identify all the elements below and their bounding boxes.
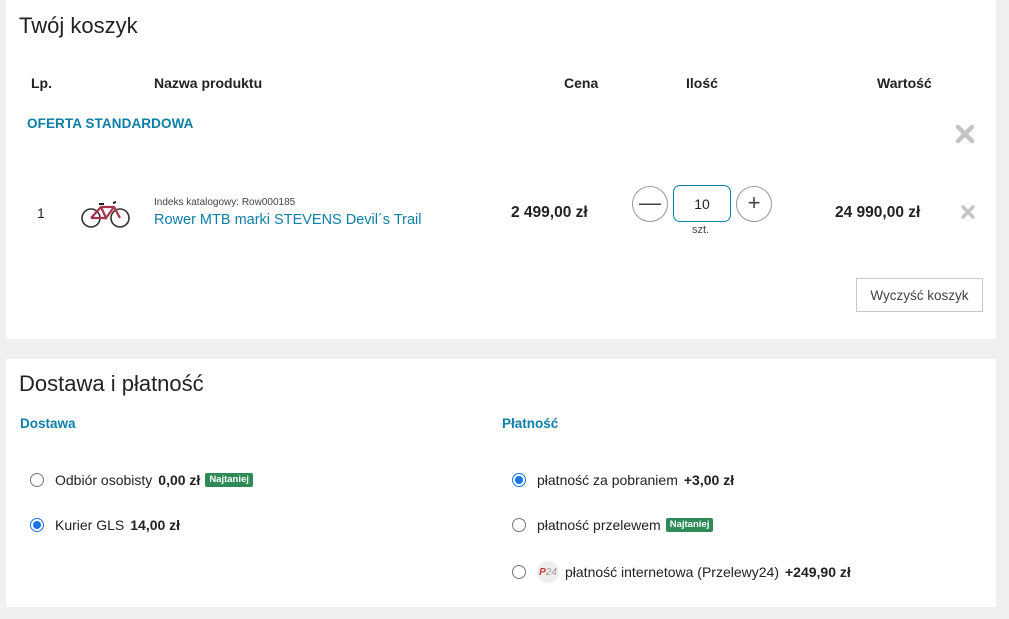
payment-option-transfer[interactable]: płatność przelewem Najtaniej xyxy=(512,517,714,533)
delivery-radio-courier[interactable] xyxy=(30,518,44,532)
product-link[interactable]: Rower MTB marki STEVENS Devil´s Trail xyxy=(154,212,421,228)
p24-logo-icon: P 24 xyxy=(537,561,559,583)
header-lp: Lp. xyxy=(31,75,52,91)
option-amount: 14,00 zł xyxy=(130,517,181,533)
delivery-option-courier[interactable]: Kurier GLS 14,00 zł xyxy=(30,517,180,533)
cart-title: Twój koszyk xyxy=(19,13,138,38)
header-product-name: Nazwa produktu xyxy=(154,75,263,91)
option-label: Kurier GLS xyxy=(55,517,125,533)
offer-group-label: OFERTA STANDARDOWA xyxy=(27,116,194,131)
clear-cart-button[interactable]: Wyczyść koszyk xyxy=(856,278,983,312)
payment-heading: Płatność xyxy=(502,416,559,431)
option-amount: +3,00 zł xyxy=(683,472,735,488)
item-price: 2 499,00 zł xyxy=(511,204,588,221)
header-quantity: Ilość xyxy=(686,75,718,91)
payment-radio-cod[interactable] xyxy=(512,473,526,487)
option-label: płatność za pobraniem xyxy=(537,472,678,488)
catalog-index: Indeks katalogowy: Row000185 xyxy=(154,197,296,208)
remove-group-close-icon[interactable] xyxy=(953,122,977,146)
option-amount: 0,00 zł xyxy=(158,472,201,488)
option-amount: +249,90 zł xyxy=(785,564,851,580)
item-value: 24 990,00 zł xyxy=(835,204,921,221)
cart-panel: Twój koszyk Lp. Nazwa produktu Cena Iloś… xyxy=(6,0,996,339)
payment-option-przelewy24[interactable]: P 24 płatność internetowa (Przelewy24) +2… xyxy=(512,561,851,583)
quantity-unit: szt. xyxy=(692,224,710,236)
delivery-heading: Dostawa xyxy=(20,416,76,431)
payment-radio-przelewy24[interactable] xyxy=(512,565,526,579)
quantity-input[interactable] xyxy=(673,185,731,222)
delivery-option-pickup[interactable]: Odbiór osobisty 0,00 zł Najtaniej xyxy=(30,472,253,488)
remove-item-close-icon[interactable] xyxy=(959,203,977,221)
delivery-radio-pickup[interactable] xyxy=(30,473,44,487)
option-label: płatność przelewem xyxy=(537,517,661,533)
cheapest-badge: Najtaniej xyxy=(205,473,253,487)
item-lp: 1 xyxy=(37,205,45,221)
bicycle-icon[interactable] xyxy=(79,194,131,230)
shipping-payment-panel: Dostawa i płatność Dostawa Płatność Odbi… xyxy=(6,359,996,607)
header-price: Cena xyxy=(564,75,599,91)
shipping-title: Dostawa i płatność xyxy=(19,371,204,396)
cheapest-badge: Najtaniej xyxy=(665,518,714,532)
payment-option-cod[interactable]: płatność za pobraniem +3,00 zł xyxy=(512,472,734,488)
payment-radio-transfer[interactable] xyxy=(512,518,526,532)
option-label: Odbiór osobisty xyxy=(55,472,153,488)
header-value: Wartość xyxy=(877,75,932,91)
quantity-increase-button[interactable]: + xyxy=(736,186,772,222)
option-label: płatność internetowa (Przelewy24) xyxy=(565,564,779,580)
quantity-decrease-button[interactable]: — xyxy=(632,186,668,222)
